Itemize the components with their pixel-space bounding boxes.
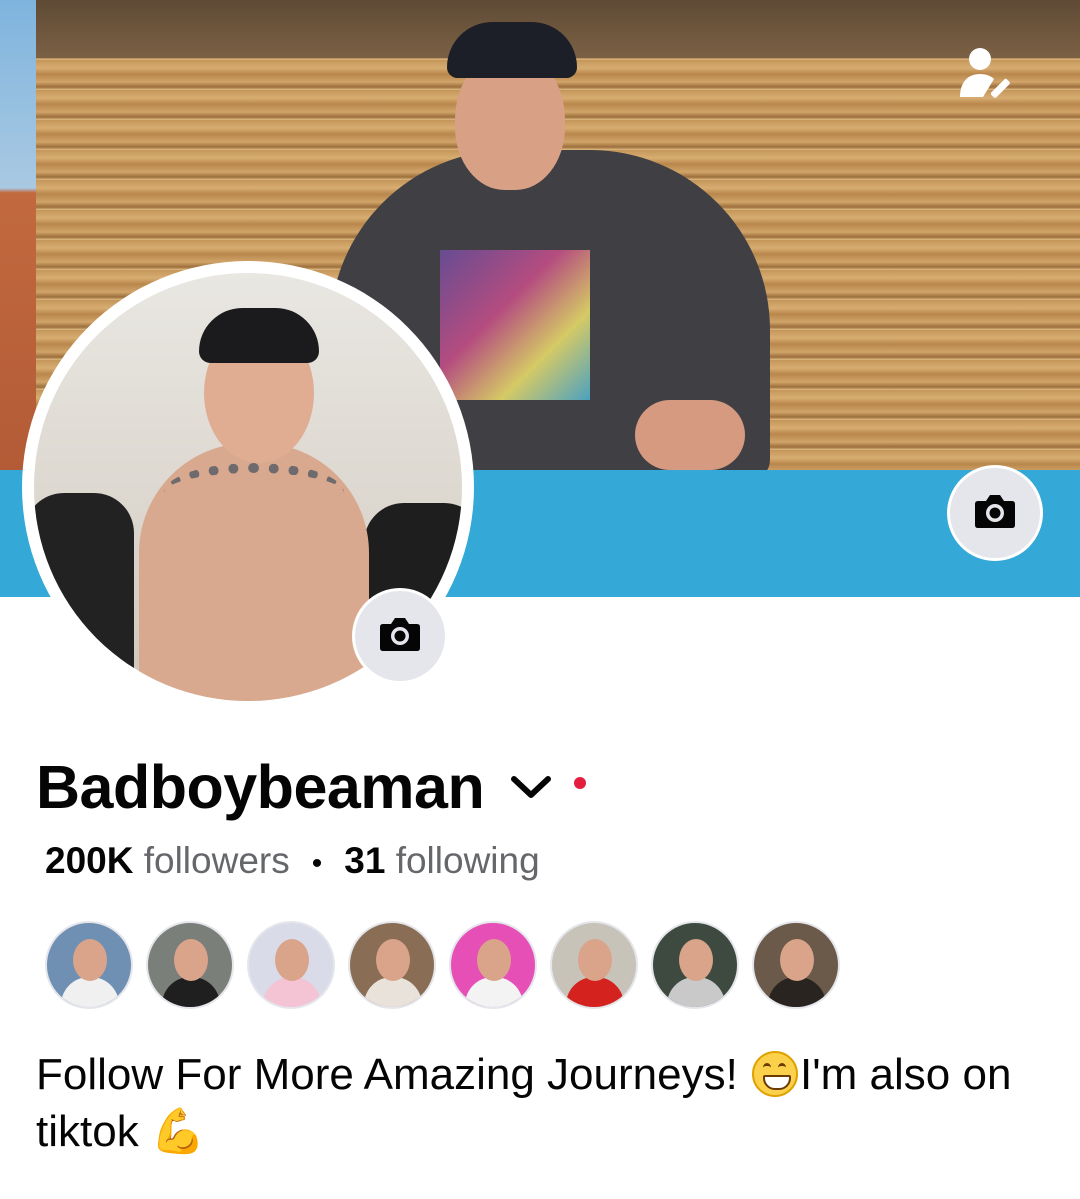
profile-name: Badboybeaman [36,753,485,821]
profile-name-row: Badboybeaman [36,752,587,822]
follower-avatar-body [61,977,119,1007]
follower-avatar-body [162,977,220,1007]
cover-camera-button[interactable] [947,465,1043,561]
follower-avatar[interactable] [247,921,335,1009]
camera-icon [974,493,1016,534]
camera-icon [379,616,421,657]
follower-avatar[interactable] [752,921,840,1009]
followers-label: followers [143,840,290,881]
profile-stats: 200K followers • 31 following [45,840,540,882]
follower-avatar-body [364,977,422,1007]
follower-avatar-face [679,939,713,981]
chevron-down-icon[interactable] [510,775,552,806]
followers-count: 200K [45,840,134,881]
notification-dot [574,777,587,789]
follower-avatar[interactable] [45,921,133,1009]
follower-avatar-face [73,939,107,981]
grinning-face-emoji [752,1051,799,1097]
following-count: 31 [344,840,386,881]
cover-person-cap [447,22,577,78]
follower-avatar[interactable] [146,921,234,1009]
stats-separator: • [311,847,323,880]
follower-avatar-body [667,977,725,1007]
bio-text: Follow For More Amazing Journeys! [36,1050,751,1099]
follower-avatar-face [376,939,410,981]
avatar-tattoo [164,463,344,523]
cover-person-hand [635,400,745,470]
avatar-person-cap [199,308,319,363]
followers-link[interactable]: 200K followers [45,840,290,882]
cover-hoodie-print [440,250,590,400]
profile-bio: Follow For More Amazing Journeys! I'm al… [36,1046,1046,1160]
avatar-bg-person-left [34,493,134,701]
follower-avatar-body [768,977,826,1007]
follower-avatars [45,921,840,1009]
following-link[interactable]: 31 following [344,840,539,882]
follower-avatar-face [477,939,511,981]
follower-avatar-body [566,977,624,1007]
profile-picture-camera-button[interactable] [352,588,448,684]
follower-avatar[interactable] [651,921,739,1009]
follower-avatar-body [465,977,523,1007]
follower-avatar-face [275,939,309,981]
follower-avatar-face [578,939,612,981]
flexed-biceps-emoji: 💪 [150,1107,206,1156]
following-label: following [395,840,540,881]
follower-avatar[interactable] [550,921,638,1009]
follower-avatar-face [174,939,208,981]
follower-avatar-face [780,939,814,981]
cover-sky [0,0,36,470]
person-edit-icon[interactable] [955,45,1015,105]
follower-avatar-body [263,977,321,1007]
follower-avatar[interactable] [348,921,436,1009]
follower-avatar[interactable] [449,921,537,1009]
